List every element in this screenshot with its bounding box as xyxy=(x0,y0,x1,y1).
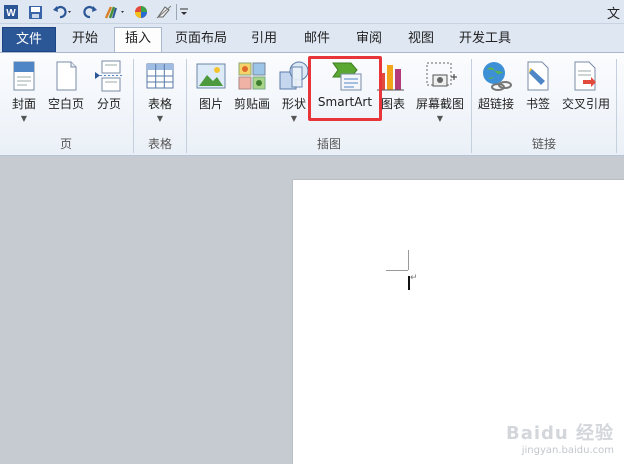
word-app-icon[interactable]: W xyxy=(2,2,20,22)
page-break-button[interactable]: 分页 xyxy=(92,57,126,131)
blank-page-button[interactable]: 空白页 xyxy=(46,57,86,131)
picture-button[interactable]: 图片 xyxy=(194,57,228,131)
picture-icon xyxy=(194,59,228,93)
tab-developer[interactable]: 开发工具 xyxy=(450,28,520,52)
picture-label: 图片 xyxy=(198,97,223,111)
cross-reference-icon xyxy=(569,59,603,93)
bookmark-label: 书签 xyxy=(525,97,550,111)
watermark-url: jingyan.baidu.com xyxy=(521,445,614,456)
cross-reference-label: 交叉引用 xyxy=(561,97,610,111)
tab-page-layout[interactable]: 页面布局 xyxy=(166,28,236,52)
group-label-pages: 页 xyxy=(59,137,72,151)
screenshot-icon xyxy=(423,59,457,93)
screenshot-label: 屏幕截图 xyxy=(415,97,464,111)
ribbon-tabs: 文件 开始 插入 页面布局 引用 邮件 审阅 视图 开发工具 xyxy=(0,24,624,52)
tab-file[interactable]: 文件 xyxy=(2,27,56,52)
group-label-illustrations: 插图 xyxy=(316,137,341,151)
window-title: 文 xyxy=(606,7,620,22)
table-icon xyxy=(143,59,177,93)
tab-view[interactable]: 视图 xyxy=(398,28,444,52)
save-icon[interactable] xyxy=(26,2,44,22)
svg-text:W: W xyxy=(6,8,16,19)
watermark-brand: Baidu 经验 xyxy=(505,423,614,444)
tab-home[interactable]: 开始 xyxy=(60,28,110,52)
group-label-links: 链接 xyxy=(531,137,556,151)
chevron-down-icon: ▼ xyxy=(20,114,28,123)
shapes-label: 形状 xyxy=(281,97,306,111)
chevron-down-icon: ▼ xyxy=(290,114,298,123)
group-label-tables: 表格 xyxy=(147,137,172,151)
cover-page-button[interactable]: 封面 ▼ xyxy=(6,57,42,131)
chart-button[interactable]: 图表 xyxy=(377,57,408,131)
shapes-icon xyxy=(277,59,311,93)
clip-art-icon xyxy=(235,59,269,93)
table-button[interactable]: 表格 ▼ xyxy=(142,57,178,131)
page-break-label: 分页 xyxy=(96,97,121,111)
group-separator xyxy=(616,59,617,153)
qat-separator xyxy=(176,4,177,20)
clip-art-button[interactable]: 剪贴画 xyxy=(232,57,272,131)
hyperlink-icon xyxy=(479,59,513,93)
clear-format-icon[interactable] xyxy=(155,2,173,22)
tab-insert[interactable]: 插入 xyxy=(114,27,162,52)
undo-icon[interactable] xyxy=(50,2,76,22)
chevron-down-icon: ▼ xyxy=(156,114,164,123)
tab-references[interactable]: 引用 xyxy=(240,28,288,52)
smartart-highlight-box xyxy=(308,56,382,121)
margin-corner-mark xyxy=(408,250,409,270)
tab-mailings[interactable]: 邮件 xyxy=(294,28,340,52)
table-label: 表格 xyxy=(147,97,172,111)
hyperlink-label: 超链接 xyxy=(477,97,514,111)
cross-reference-button[interactable]: 交叉引用 xyxy=(560,57,612,131)
page-break-icon xyxy=(92,59,126,93)
bookmark-icon xyxy=(521,59,555,93)
screenshot-button[interactable]: 屏幕截图 ▼ xyxy=(412,57,468,131)
cover-page-icon xyxy=(7,59,41,93)
cover-page-label: 封面 xyxy=(11,97,36,111)
bookmark-button[interactable]: 书签 xyxy=(522,57,554,131)
paragraph-mark-icon: ↵ xyxy=(410,273,418,283)
chevron-down-icon: ▼ xyxy=(436,114,444,123)
tab-review[interactable]: 审阅 xyxy=(346,28,392,52)
margin-corner-mark xyxy=(386,270,408,271)
shapes-button[interactable]: 形状 ▼ xyxy=(278,57,310,131)
blank-page-icon xyxy=(49,59,83,93)
hyperlink-button[interactable]: 超链接 xyxy=(476,57,516,131)
clip-art-label: 剪贴画 xyxy=(233,97,270,111)
chart-label: 图表 xyxy=(380,97,405,111)
blank-page-label: 空白页 xyxy=(47,97,84,111)
quick-access-toolbar: W 文 xyxy=(0,0,624,24)
customize-toolbar-icon[interactable] xyxy=(178,2,190,22)
format-painter-icon[interactable] xyxy=(102,2,128,22)
watermark: Baidu 经验 jingyan.baidu.com xyxy=(506,419,614,456)
redo-icon[interactable] xyxy=(82,2,98,22)
color-wheel-icon[interactable] xyxy=(133,2,149,22)
